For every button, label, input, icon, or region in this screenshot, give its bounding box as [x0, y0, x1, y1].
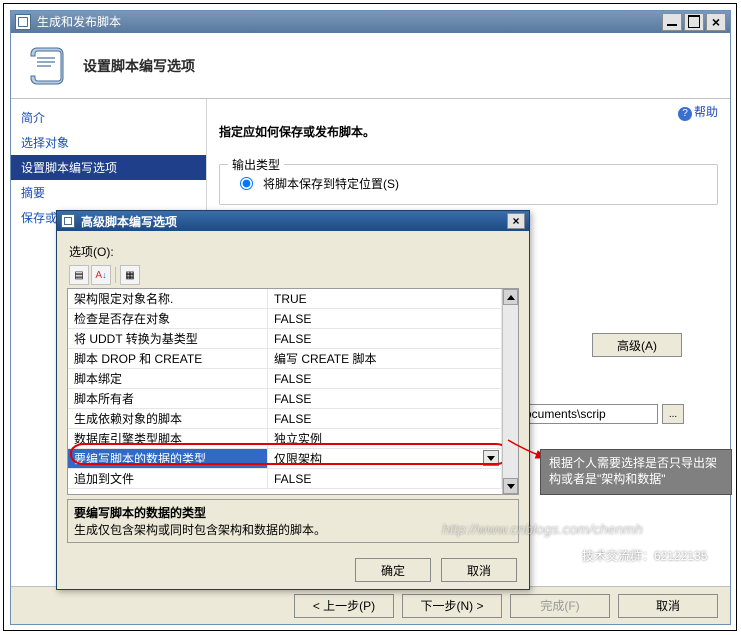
browse-button[interactable]: ... — [662, 404, 684, 424]
grid-cell-value[interactable]: 编写 CREATE 脚本 — [268, 349, 502, 369]
wizard-header: 设置脚本编写选项 — [11, 33, 730, 99]
grid-cell-name: 检查是否存在对象 — [68, 309, 268, 329]
propertygrid-toolbar: ▤ A↓ ▦ — [67, 264, 519, 286]
options-label: 选项(O): — [67, 239, 519, 264]
grid-cell-name: 追加到文件 — [68, 469, 268, 489]
advanced-options-dialog: 高级脚本编写选项 选项(O): ▤ A↓ ▦ 架构限定对象名称.TRUE检查是否… — [56, 210, 530, 590]
close-button[interactable] — [706, 13, 726, 31]
output-type-group: 输出类型 将脚本保存到特定位置(S) — [219, 164, 718, 205]
sidebar-item-script-options[interactable]: 设置脚本编写选项 — [11, 155, 206, 180]
wizard-title: 生成和发布脚本 — [37, 13, 660, 30]
maximize-button[interactable] — [684, 13, 704, 31]
grid-cell-value[interactable]: 仅限架构 — [268, 449, 502, 469]
property-grid[interactable]: 架构限定对象名称.TRUE检查是否存在对象FALSE将 UDDT 转换为基类型F… — [67, 288, 519, 495]
cancel-button[interactable]: 取消 — [618, 594, 718, 618]
dialog-close-button[interactable] — [507, 213, 525, 229]
grid-cell-value[interactable]: FALSE — [268, 309, 502, 329]
grid-cell-name: 生成依赖对象的脚本 — [68, 409, 268, 429]
next-button[interactable]: 下一步(N) > — [402, 594, 502, 618]
grid-cell-name: 将 UDDT 转换为基类型 — [68, 329, 268, 349]
sidebar-item-summary[interactable]: 摘要 — [11, 180, 206, 205]
grid-cell-value[interactable]: FALSE — [268, 409, 502, 429]
grid-cell-name: 要编写脚本的数据的类型 — [68, 449, 268, 469]
prev-button[interactable]: < 上一步(P) — [294, 594, 394, 618]
script-icon — [23, 42, 71, 90]
dialog-ok-button[interactable]: 确定 — [355, 558, 431, 582]
grid-row[interactable]: 脚本 DROP 和 CREATE编写 CREATE 脚本 — [68, 349, 502, 369]
grid-scrollbar[interactable] — [502, 289, 518, 494]
wizard-appicon — [15, 14, 31, 30]
wizard-titlebar: 生成和发布脚本 — [11, 11, 730, 33]
radio-save-to-location-input[interactable] — [240, 177, 253, 190]
grid-row[interactable]: 数据库引擎类型脚本独立实例 — [68, 429, 502, 449]
categorized-icon[interactable]: ▤ — [69, 265, 89, 285]
wizard-header-title: 设置脚本编写选项 — [83, 56, 195, 76]
grid-row[interactable]: 要编写脚本的数据的类型仅限架构 — [68, 449, 502, 469]
desc-body: 生成仅包含架构或同时包含架构和数据的脚本。 — [74, 521, 512, 538]
grid-cell-name: 数据库引擎类型脚本 — [68, 429, 268, 449]
propertypages-icon[interactable]: ▦ — [120, 265, 140, 285]
grid-row[interactable]: 架构限定对象名称.TRUE — [68, 289, 502, 309]
grid-row[interactable]: 生成依赖对象的脚本FALSE — [68, 409, 502, 429]
grid-cell-value[interactable]: FALSE — [268, 389, 502, 409]
help-link[interactable]: ?帮助 — [678, 103, 718, 121]
grid-cell-value[interactable]: FALSE — [268, 369, 502, 389]
advanced-button[interactable]: 高级(A) — [592, 333, 682, 357]
annotation-callout: 根据个人需要选择是否只导出架构或者是"架构和数据" — [540, 449, 732, 495]
wizard-footer: < 上一步(P) 下一步(N) > 完成(F) 取消 — [11, 586, 730, 624]
grid-row[interactable]: 脚本所有者FALSE — [68, 389, 502, 409]
main-section-header: 指定应如何保存或发布脚本。 — [219, 123, 718, 140]
grid-cell-value[interactable]: FALSE — [268, 329, 502, 349]
file-path-input[interactable] — [508, 404, 658, 424]
grid-row[interactable]: 将 UDDT 转换为基类型FALSE — [68, 329, 502, 349]
alphabetical-icon[interactable]: A↓ — [91, 265, 111, 285]
scroll-up-icon[interactable] — [503, 289, 518, 305]
desc-title: 要编写脚本的数据的类型 — [74, 504, 512, 521]
grid-cell-name: 脚本绑定 — [68, 369, 268, 389]
grid-row[interactable]: 脚本绑定FALSE — [68, 369, 502, 389]
grid-cell-name: 脚本所有者 — [68, 389, 268, 409]
sidebar-item-intro[interactable]: 简介 — [11, 105, 206, 130]
radio-save-to-location[interactable]: 将脚本保存到特定位置(S) — [240, 175, 707, 192]
grid-cell-value[interactable]: FALSE — [268, 469, 502, 489]
dialog-appicon — [61, 214, 75, 228]
scroll-down-icon[interactable] — [503, 478, 518, 494]
dialog-footer: 确定 取消 — [57, 551, 529, 589]
sidebar-item-select-objects[interactable]: 选择对象 — [11, 130, 206, 155]
output-type-legend: 输出类型 — [228, 156, 284, 173]
finish-button[interactable]: 完成(F) — [510, 594, 610, 618]
grid-cell-name: 脚本 DROP 和 CREATE — [68, 349, 268, 369]
property-description: 要编写脚本的数据的类型 生成仅包含架构或同时包含架构和数据的脚本。 — [67, 499, 519, 543]
grid-cell-name: 架构限定对象名称. — [68, 289, 268, 309]
grid-cell-value[interactable]: TRUE — [268, 289, 502, 309]
minimize-button[interactable] — [662, 13, 682, 31]
dialog-cancel-button[interactable]: 取消 — [441, 558, 517, 582]
dropdown-icon[interactable] — [483, 450, 499, 466]
dialog-titlebar: 高级脚本编写选项 — [57, 211, 529, 231]
grid-row[interactable]: 检查是否存在对象FALSE — [68, 309, 502, 329]
grid-row[interactable]: 追加到文件FALSE — [68, 469, 502, 489]
grid-cell-value[interactable]: 独立实例 — [268, 429, 502, 449]
dialog-title: 高级脚本编写选项 — [81, 213, 507, 230]
